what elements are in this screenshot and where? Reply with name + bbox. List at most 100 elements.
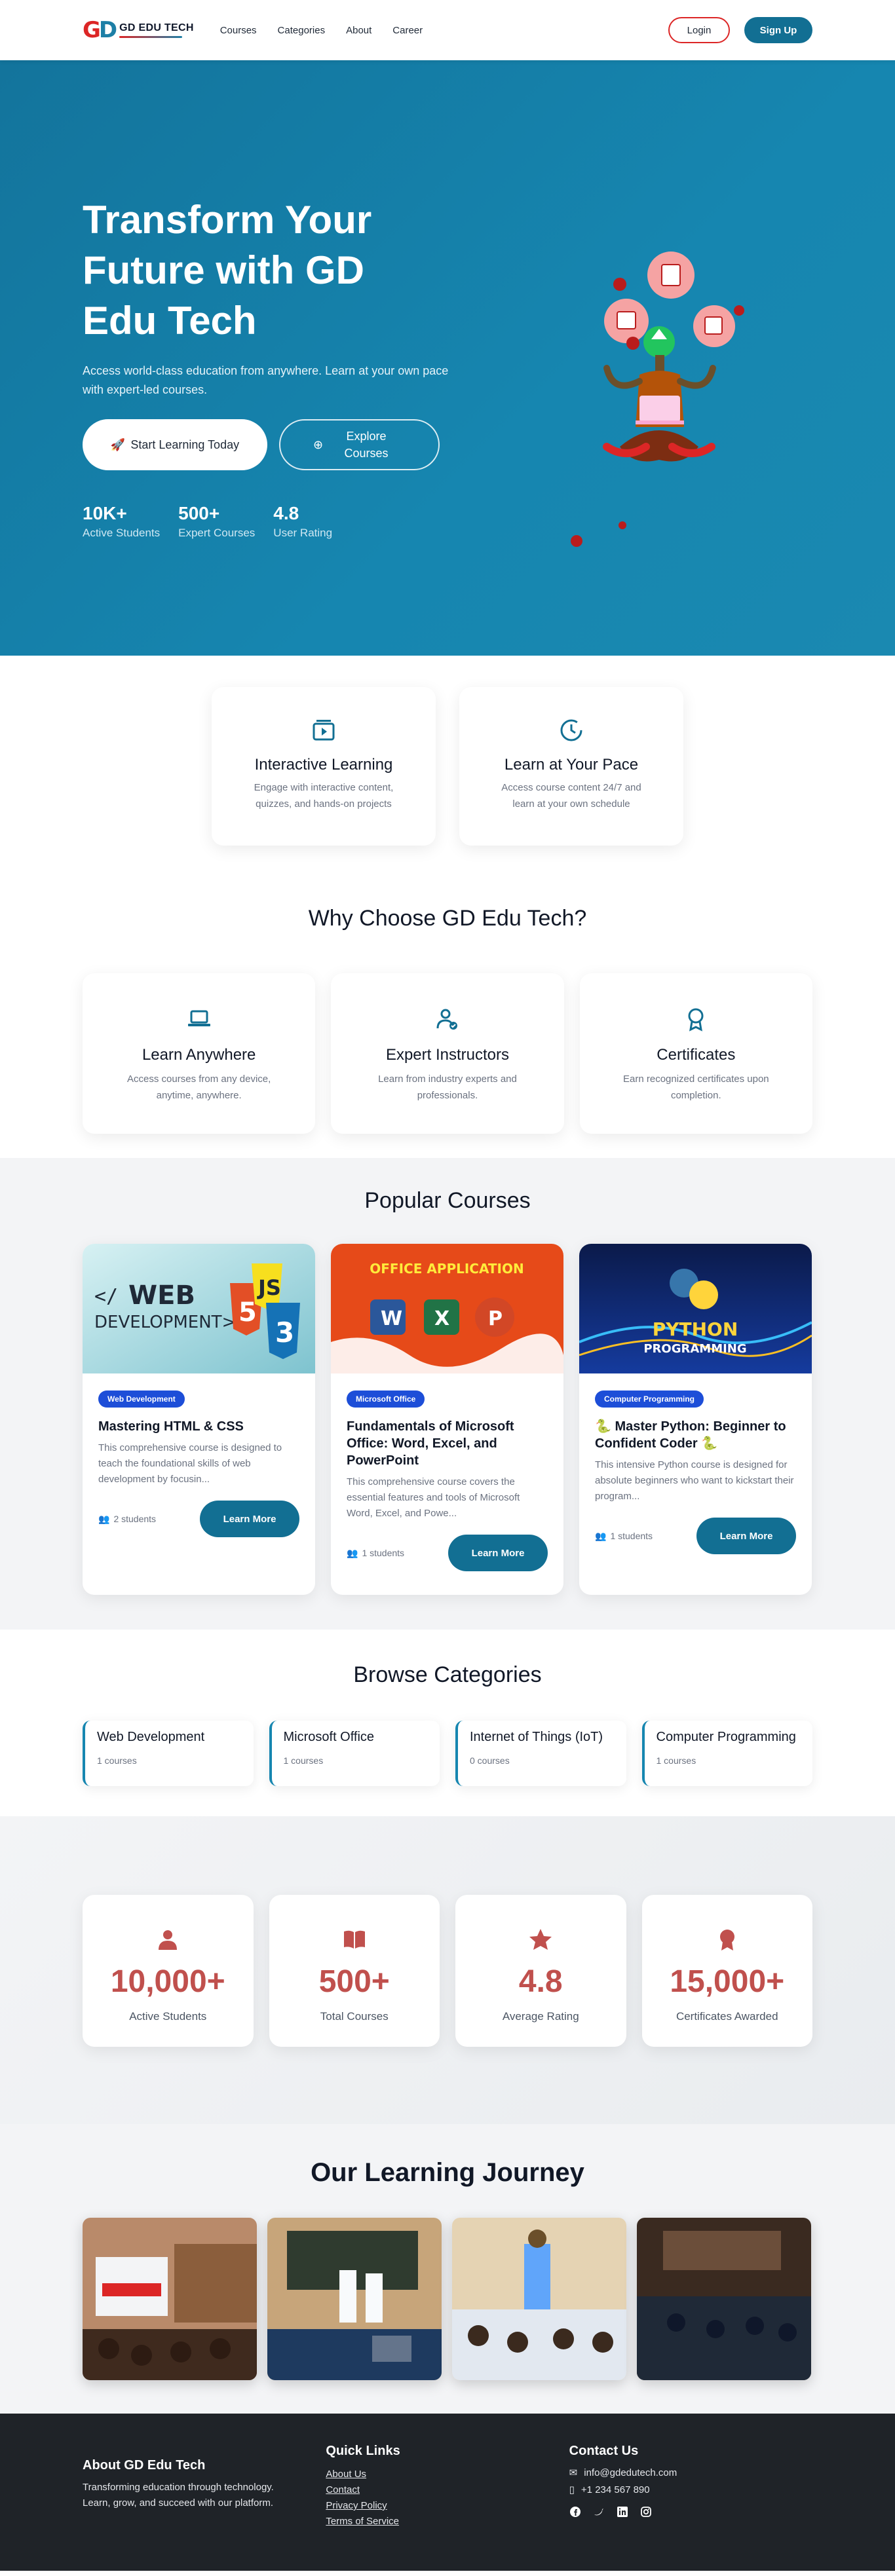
svg-text:3: 3 — [275, 1316, 294, 1349]
phone-icon: ▯ — [569, 2484, 575, 2495]
course-badge: Web Development — [98, 1391, 185, 1408]
laptop-icon — [187, 1010, 210, 1026]
footer-phone[interactable]: +1 234 567 890 — [581, 2484, 650, 2495]
stat-value: 4.8 — [518, 1964, 563, 1999]
stats-section: 10,000+ Active Students 500+ Total Courses… — [0, 1816, 895, 2124]
stat-label: Total Courses — [320, 2010, 389, 2023]
category-card[interactable]: Web Development 1 courses — [83, 1721, 254, 1786]
journey-photo[interactable] — [452, 2218, 626, 2380]
hero-stat: 500+ Expert Courses — [178, 503, 256, 539]
learn-more-button[interactable]: Learn More — [200, 1501, 299, 1537]
course-badge: Microsoft Office — [347, 1391, 425, 1408]
learn-more-button[interactable]: Learn More — [448, 1535, 548, 1571]
logo-mark-icon: GD — [83, 17, 117, 43]
category-name: Computer Programming — [656, 1730, 796, 1744]
feature-title: Interactive Learning — [254, 756, 393, 774]
twitter-icon[interactable] — [593, 2506, 605, 2518]
stat-label: Active Students — [129, 2010, 207, 2023]
category-count: 0 courses — [470, 1755, 510, 1766]
footer-about-text: Transforming education through technolog… — [83, 2482, 274, 2509]
compass-icon: ⊕ — [313, 438, 324, 451]
category-count: 1 courses — [283, 1755, 324, 1766]
course-card[interactable]: </ WEB DEVELOPMENT> 5 JS 3 Web Developme… — [83, 1244, 315, 1595]
course-thumbnail: OFFICE APPLICATION W X P — [331, 1244, 563, 1373]
footer-contact-title: Contact Us — [569, 2444, 639, 2458]
feature-card: Learn at Your Pace Access course content… — [459, 687, 683, 846]
why-card: Learn Anywhere Access courses from any d… — [83, 973, 316, 1134]
book-icon — [343, 1930, 365, 1949]
why-item-desc: Access courses from any device, anytime,… — [127, 1073, 271, 1101]
course-students: 👥 1 students — [595, 1530, 653, 1542]
hero-subtitle: Access world-class education from anywhe… — [83, 364, 449, 396]
footer-email[interactable]: info@gdedutech.com — [584, 2467, 677, 2478]
stat-value: 10,000+ — [110, 1964, 225, 1999]
nav-link-about[interactable]: About — [346, 25, 371, 36]
why-item-desc: Earn recognized certificates upon comple… — [623, 1073, 769, 1101]
signup-button[interactable]: Sign Up — [744, 17, 812, 43]
users-icon: 👥 — [595, 1530, 607, 1541]
feature-card: Interactive Learning Engage with interac… — [212, 687, 436, 846]
top-nav: GD GD EDU TECH Courses Categories About … — [0, 0, 895, 60]
category-card[interactable]: Microsoft Office 1 courses — [269, 1721, 440, 1786]
footer-link-about[interactable]: About Us — [326, 2469, 366, 2480]
journey-photo[interactable] — [637, 2218, 811, 2380]
course-desc: This intensive Python course is designed… — [595, 1459, 794, 1502]
feature-desc: Access course content 24/7 and learn at … — [501, 782, 641, 810]
linkedin-icon[interactable] — [617, 2506, 628, 2518]
why-card: Expert Instructors Learn from industry e… — [331, 973, 564, 1134]
journey-photo[interactable] — [267, 2218, 442, 2380]
learn-more-button[interactable]: Learn More — [696, 1518, 796, 1554]
course-students: 👥 2 students — [98, 1513, 157, 1525]
category-card[interactable]: Computer Programming 1 courses — [641, 1721, 812, 1786]
svg-text:P: P — [488, 1307, 503, 1330]
star-icon — [529, 1929, 552, 1950]
instagram-icon[interactable] — [640, 2506, 652, 2518]
brand-logo[interactable]: GD GD EDU TECH — [83, 19, 194, 41]
nav-link-categories[interactable]: Categories — [278, 25, 326, 36]
course-card[interactable]: PYTHON PROGRAMMING Computer Programming … — [579, 1244, 812, 1595]
categories-section: Browse Categories Web Development 1 cours… — [0, 1630, 895, 1816]
site-footer: About GD Edu Tech Transforming education… — [0, 2414, 895, 2571]
svg-text:</: </ — [94, 1285, 118, 1308]
certificate-icon — [719, 1930, 734, 1951]
hero-title: Transform Your Future with GD Edu Tech — [83, 198, 372, 343]
course-title: 🐍 Master Python: Beginner to Confident C… — [595, 1419, 786, 1451]
why-card: Certificates Earn recognized certificate… — [579, 973, 812, 1134]
rocket-icon: 🚀 — [110, 438, 126, 451]
footer-link-contact[interactable]: Contact — [326, 2484, 360, 2495]
stat-card: 500+ Total Courses — [269, 1895, 440, 2047]
feature-title: Learn at Your Pace — [504, 756, 639, 774]
course-desc: This comprehensive course covers the ess… — [347, 1476, 520, 1519]
svg-text:WEB: WEB — [128, 1280, 195, 1311]
why-title: Why Choose GD Edu Tech? — [308, 906, 587, 931]
why-item-desc: Learn from industry experts and professi… — [378, 1073, 517, 1101]
nav-link-career[interactable]: Career — [392, 25, 423, 36]
explore-courses-button[interactable]: ⊕ Explore Courses — [279, 419, 440, 470]
users-icon: 👥 — [98, 1513, 110, 1524]
why-item-title: Learn Anywhere — [142, 1046, 256, 1064]
stat-card: 15,000+ Certificates Awarded — [641, 1895, 812, 2047]
footer-link-privacy[interactable]: Privacy Policy — [326, 2500, 387, 2511]
courses-title: Popular Courses — [364, 1188, 531, 1213]
start-learning-button[interactable]: 🚀 Start Learning Today — [83, 419, 267, 470]
hero-illustration — [571, 252, 744, 547]
facebook-icon[interactable] — [569, 2506, 581, 2518]
login-button[interactable]: Login — [668, 17, 730, 43]
svg-text:PYTHON: PYTHON — [653, 1318, 738, 1340]
course-title: Fundamentals of Microsoft Office: Word, … — [347, 1419, 514, 1468]
svg-text:DEVELOPMENT>: DEVELOPMENT> — [94, 1313, 236, 1332]
course-card[interactable]: OFFICE APPLICATION W X P Microsoft Offic… — [331, 1244, 563, 1595]
svg-text:X: X — [434, 1307, 449, 1330]
mail-icon: ✉ — [569, 2467, 578, 2478]
courses-section: Popular Courses </ WEB DEVELOPMENT> 5 JS… — [0, 1158, 895, 1630]
journey-photo[interactable] — [83, 2218, 257, 2380]
nav-link-courses[interactable]: Courses — [220, 25, 257, 36]
nav-links: Courses Categories About Career — [220, 25, 423, 36]
svg-text:JS: JS — [257, 1275, 281, 1300]
footer-link-terms[interactable]: Terms of Service — [326, 2516, 399, 2527]
stat-value: 15,000+ — [670, 1964, 785, 1999]
category-name: Internet of Things (IoT) — [470, 1730, 603, 1744]
why-section: Why Choose GD Edu Tech? Learn Anywhere A… — [0, 847, 895, 1158]
category-card[interactable]: Internet of Things (IoT) 0 courses — [455, 1721, 626, 1786]
category-name: Microsoft Office — [283, 1730, 375, 1744]
